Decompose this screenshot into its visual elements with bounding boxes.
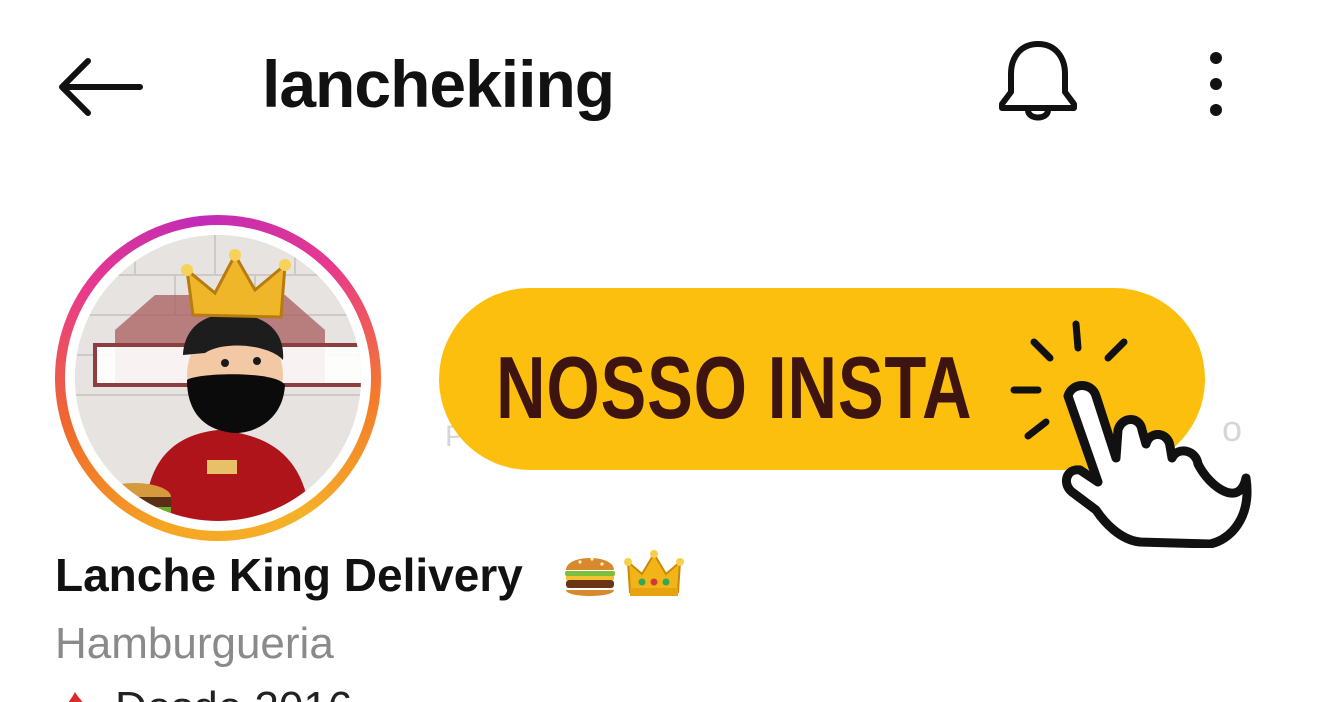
profile-bio-line: Desde 2016 [55, 680, 352, 702]
profile-username: lanchekiing [262, 47, 615, 121]
profile-screen: lanchekiing P o NOSSO INSTA Lanche King … [0, 0, 1328, 702]
top-bar: lanchekiing [0, 0, 1328, 170]
crown-emoji [624, 550, 684, 596]
profile-category: Hamburgueria [55, 619, 334, 668]
bell-icon [999, 41, 1077, 121]
profile-display-name: Lanche King Delivery [55, 549, 523, 601]
more-options-button[interactable] [1190, 46, 1242, 126]
notifications-button[interactable] [990, 36, 1086, 132]
tap-hand-icon [1010, 320, 1252, 548]
arrow-left-icon [59, 58, 143, 116]
promo-banner-label: NOSSO INSTA [496, 338, 973, 437]
profile-bio-text: Desde 2016 [115, 683, 352, 702]
mascot-illustration [75, 235, 361, 521]
back-button[interactable] [52, 52, 148, 122]
profile-avatar [75, 235, 361, 521]
avatar-border [65, 225, 371, 531]
more-vertical-icon [1210, 52, 1222, 116]
hamburger-emoji [565, 557, 615, 596]
fire-emoji [68, 692, 83, 702]
story-ring[interactable] [55, 215, 381, 541]
